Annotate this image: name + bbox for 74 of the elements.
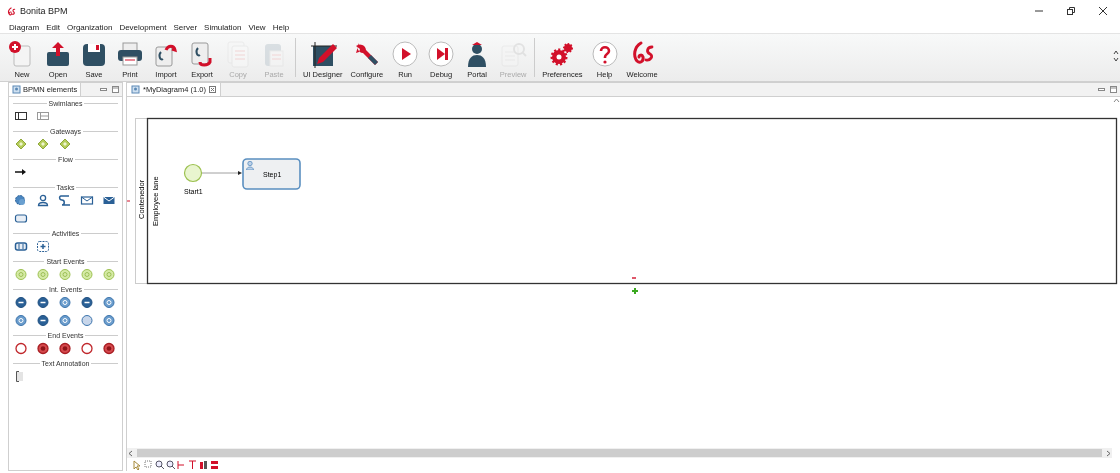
add-lane-marker[interactable] bbox=[631, 287, 639, 295]
start-event-icon[interactable] bbox=[36, 268, 50, 281]
align-middle-icon[interactable] bbox=[199, 459, 208, 470]
gateway-icon[interactable] bbox=[36, 138, 50, 151]
scrollbar-thumb[interactable] bbox=[137, 449, 1102, 457]
start-event-icon[interactable] bbox=[102, 268, 116, 281]
intermediate-event-icon[interactable] bbox=[14, 296, 28, 309]
window-title: Bonita BPM bbox=[20, 6, 69, 16]
resize-marker[interactable] bbox=[127, 200, 131, 202]
menu-item[interactable]: Simulation bbox=[204, 23, 242, 32]
person-icon[interactable] bbox=[36, 194, 50, 207]
scroll-left-icon[interactable] bbox=[127, 449, 133, 457]
start-event-icon[interactable] bbox=[14, 268, 28, 281]
resize-marker[interactable] bbox=[631, 277, 637, 279]
menu-item[interactable]: View bbox=[248, 23, 266, 32]
envelope-icon[interactable] bbox=[102, 194, 116, 207]
sequence-flow-arrow[interactable] bbox=[201, 171, 242, 175]
intermediate-event-icon[interactable] bbox=[58, 296, 72, 309]
intermediate-event-icon[interactable] bbox=[36, 314, 50, 327]
scroll-icon[interactable] bbox=[58, 194, 72, 207]
menu-item[interactable]: Edit bbox=[46, 23, 61, 32]
start-event-icon[interactable] bbox=[80, 268, 94, 281]
end-event-icon[interactable] bbox=[58, 342, 72, 355]
printer-icon bbox=[116, 40, 144, 68]
menu-item[interactable]: Server bbox=[173, 23, 198, 32]
call-activity-icon[interactable] bbox=[14, 240, 28, 253]
gateway-icon[interactable] bbox=[58, 138, 72, 151]
play-icon bbox=[391, 40, 420, 68]
diagram-icon bbox=[131, 85, 140, 94]
end-event-icon[interactable] bbox=[36, 342, 50, 355]
scroll-right-icon[interactable] bbox=[1106, 449, 1112, 457]
gateway-icon[interactable] bbox=[14, 138, 28, 151]
start-event-icon[interactable] bbox=[58, 268, 72, 281]
subprocess-icon[interactable] bbox=[36, 240, 50, 253]
zoom-in-icon[interactable] bbox=[155, 459, 164, 470]
box-with-arrow-icon bbox=[44, 40, 72, 68]
person-icon bbox=[246, 161, 254, 170]
pool-icon[interactable] bbox=[14, 110, 28, 123]
lane-icon[interactable] bbox=[36, 110, 50, 123]
palette-icon bbox=[12, 85, 21, 94]
maximize-icon[interactable] bbox=[1110, 86, 1117, 93]
align-top-icon[interactable] bbox=[188, 459, 197, 470]
close-icon[interactable] bbox=[1098, 6, 1108, 16]
play-to-end-icon bbox=[427, 40, 456, 68]
intermediate-event-icon[interactable] bbox=[14, 314, 28, 327]
task-icon[interactable] bbox=[14, 212, 28, 225]
app-logo-icon bbox=[7, 6, 16, 16]
menu-item[interactable]: Development bbox=[119, 23, 167, 32]
menu-item[interactable]: Organization bbox=[67, 23, 113, 32]
gears-icon[interactable] bbox=[14, 194, 28, 207]
human-task[interactable] bbox=[242, 158, 301, 190]
envelope-icon[interactable] bbox=[80, 194, 94, 207]
pointer-icon[interactable] bbox=[133, 459, 142, 470]
end-event-icon[interactable] bbox=[102, 342, 116, 355]
start-event[interactable] bbox=[183, 163, 203, 183]
align-bottom-icon[interactable] bbox=[210, 459, 219, 470]
menu-item[interactable]: Diagram bbox=[9, 23, 40, 32]
menu-item[interactable]: Help bbox=[272, 23, 290, 32]
intermediate-event-icon[interactable] bbox=[36, 296, 50, 309]
intermediate-event-icon[interactable] bbox=[102, 296, 116, 309]
intermediate-event-icon[interactable] bbox=[80, 296, 94, 309]
document-magnifier-icon bbox=[499, 40, 528, 68]
pencil-on-canvas-icon bbox=[308, 40, 337, 68]
intermediate-event-icon[interactable] bbox=[80, 314, 94, 327]
zoom-out-icon[interactable] bbox=[166, 459, 175, 470]
maximize-icon[interactable] bbox=[112, 86, 119, 93]
end-event-icon[interactable] bbox=[14, 342, 28, 355]
end-event-icon[interactable] bbox=[80, 342, 94, 355]
intermediate-event-icon[interactable] bbox=[58, 314, 72, 327]
intermediate-event-icon[interactable] bbox=[102, 314, 116, 327]
scroll-up-icon[interactable] bbox=[1112, 97, 1120, 103]
restore-icon[interactable] bbox=[1066, 6, 1076, 16]
chevron-icon[interactable] bbox=[1113, 50, 1119, 62]
help-icon bbox=[590, 40, 619, 68]
